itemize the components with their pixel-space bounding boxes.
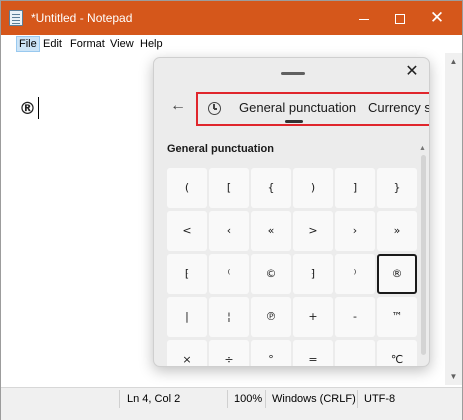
panel-close-icon[interactable]: ✕ [403,63,421,81]
symbol-cell[interactable]: ⁅ [167,254,207,294]
minimize-icon [359,18,369,20]
symbol-cell[interactable]: ] [335,168,375,208]
symbol-cell[interactable]: ⁆ [293,254,333,294]
menu-file[interactable]: File [16,36,40,52]
notepad-app-icon [9,10,23,26]
maximize-button[interactable] [383,1,417,35]
symbol-cell[interactable]: ™ [377,297,417,337]
close-button[interactable]: ✕ [420,1,454,35]
menu-edit[interactable]: Edit [43,38,62,50]
symbol-cell[interactable]: ° [251,340,291,366]
horizontal-scrollbar[interactable] [1,409,462,420]
drag-handle[interactable] [281,72,305,75]
symbol-cell[interactable]: } [377,168,417,208]
menu-view[interactable]: View [110,38,134,50]
symbol-cell[interactable]: = [293,340,333,366]
vertical-scrollbar[interactable]: ▲ ▼ [445,53,462,385]
symbol-cell[interactable]: > [293,211,333,251]
selected-symbol-cell[interactable]: ® [377,254,417,294]
zoom-level: 100% [234,393,263,405]
text-caret [38,97,39,119]
status-bar: Ln 4, Col 2 100% Windows (CRLF) UTF-8 [1,387,462,409]
status-divider [357,390,358,408]
symbol-cell[interactable]: [ [209,168,249,208]
symbol-cell[interactable]: › [335,211,375,251]
scroll-up-icon[interactable]: ▲ [445,53,462,70]
tab-general-punctuation[interactable]: General punctuation [239,100,356,115]
document-text: ® [19,99,36,119]
symbol-cell[interactable]: ℗ [251,297,291,337]
active-tab-indicator [285,120,303,123]
symbol-cell[interactable]: × [167,340,207,366]
maximize-icon [395,14,405,25]
emoji-symbol-panel: ✕ ← General punctuation Currency s Gener… [153,57,430,367]
symbol-cell[interactable]: ¦ [209,297,249,337]
status-divider [265,390,266,408]
scroll-up-icon[interactable]: ▲ [419,145,426,152]
symbol-cell[interactable]: © [251,254,291,294]
window-title: *Untitled - Notepad [31,11,133,25]
symbol-cell[interactable]: - [335,297,375,337]
symbol-cell[interactable]: ÷ [209,340,249,366]
symbol-cell[interactable]: « [251,211,291,251]
symbol-cell[interactable]: ) [293,168,333,208]
symbol-cell[interactable]: + [293,297,333,337]
menu-bar: File Edit Format View Help [1,35,462,53]
status-divider [119,390,120,408]
symbol-cell[interactable]: ⁽ [209,254,249,294]
symbol-cell[interactable]: ⁾ [335,254,375,294]
menu-format[interactable]: Format [70,38,105,50]
symbol-cell[interactable]: ‹ [209,211,249,251]
symbol-cell[interactable]: ℃ [377,340,417,366]
symbol-cell[interactable]: » [377,211,417,251]
status-divider [227,390,228,408]
panel-scrollbar[interactable]: ▲ [419,145,429,365]
recent-clock-icon[interactable] [208,102,221,115]
symbol-cell[interactable]: | [167,297,207,337]
line-ending: Windows (CRLF) [272,393,356,405]
tab-currency-symbols[interactable]: Currency s [368,100,429,115]
menu-help[interactable]: Help [140,38,163,50]
scroll-thumb[interactable] [421,155,426,355]
symbol-category-tabs: General punctuation Currency s [196,92,429,126]
scroll-down-icon[interactable]: ▼ [445,368,462,385]
title-bar[interactable]: *Untitled - Notepad ✕ [1,1,462,35]
cursor-position: Ln 4, Col 2 [127,393,181,405]
symbol-cell[interactable]: < [167,211,207,251]
section-heading: General punctuation [167,143,274,155]
close-icon: ✕ [429,8,445,27]
back-arrow-icon[interactable]: ← [168,96,188,116]
symbol-cell[interactable] [335,340,375,366]
encoding: UTF-8 [364,393,396,405]
symbol-cell[interactable]: ( [167,168,207,208]
minimize-button[interactable] [347,1,381,35]
symbol-cell[interactable]: { [251,168,291,208]
